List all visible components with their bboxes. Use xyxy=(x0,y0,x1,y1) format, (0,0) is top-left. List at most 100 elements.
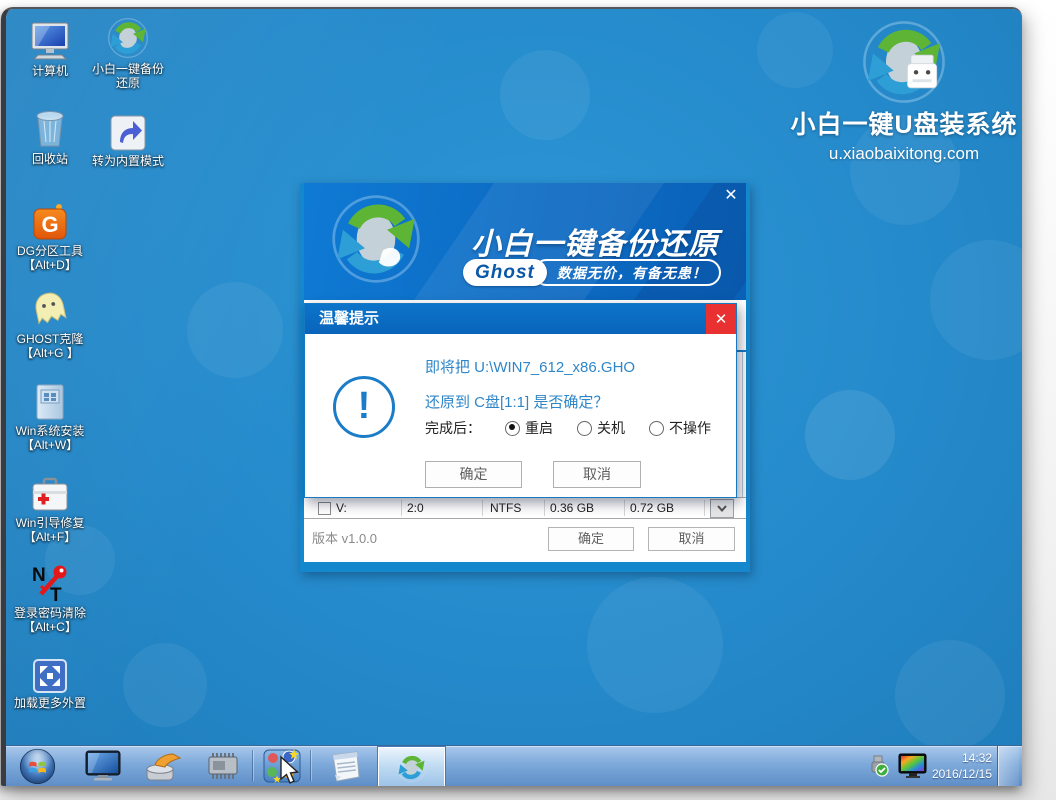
wallpaper-bubble xyxy=(187,282,283,378)
disk-cleaner-icon xyxy=(143,749,183,783)
drive-used: 0.36 GB xyxy=(550,498,594,518)
drive-checkbox[interactable] xyxy=(318,502,331,515)
ghost-icon xyxy=(4,287,96,329)
memory-chip-icon xyxy=(203,751,243,781)
desktop-icon-password-clear[interactable]: N T 登录密码清除 【Alt+C】 xyxy=(4,561,96,634)
tray-usb-icon[interactable] xyxy=(864,748,892,784)
desktop-icon-label: DG分区工具 xyxy=(4,244,96,258)
display-icon xyxy=(84,750,122,783)
desktop-icon-label: 【Alt+W】 xyxy=(4,438,96,452)
xiaobai-logo-icon xyxy=(330,193,422,290)
radio-restart[interactable] xyxy=(505,421,520,436)
radio-shutdown[interactable] xyxy=(577,421,592,436)
desktop-icon-xiaobai-restore[interactable]: 小白一键备份 还原 xyxy=(82,17,174,90)
expand-arrows-icon xyxy=(4,651,96,693)
desktop-icon-win-install[interactable]: Win系统安装 【Alt+W】 xyxy=(4,379,96,452)
start-button[interactable] xyxy=(15,748,59,784)
window-cancel-button[interactable]: 取消 xyxy=(648,527,735,551)
ghost-tagline-row: Ghost 数据无价，有备无患！ xyxy=(463,259,721,286)
svg-text:G: G xyxy=(41,212,58,237)
taskbar-cleaner-button[interactable] xyxy=(141,748,185,784)
dialog-close-button[interactable]: ✕ xyxy=(706,304,736,334)
dialog-cancel-button[interactable]: 取消 xyxy=(553,461,641,488)
show-desktop-button[interactable] xyxy=(997,746,1019,786)
radio-noaction[interactable] xyxy=(649,421,664,436)
wallpaper-bubble xyxy=(805,390,895,480)
option-noaction[interactable]: 不操作 xyxy=(649,418,711,438)
taskbar-notepad-button[interactable] xyxy=(323,748,367,784)
taskbar-display-button[interactable] xyxy=(81,748,125,784)
xiaobai-usb-logo-icon xyxy=(777,19,1022,105)
window-tagline: 数据无价，有备无患！ xyxy=(533,259,721,286)
desktop-icon-label: 【Alt+F】 xyxy=(4,530,96,544)
drive-dropdown-button[interactable] xyxy=(710,499,734,518)
desktop-icon-label: 【Alt+D】 xyxy=(4,258,96,272)
window-close-button[interactable]: ✕ xyxy=(722,187,740,205)
drive-size: 0.72 GB xyxy=(630,498,674,518)
desktop-icon-label: 【Alt+G 】 xyxy=(4,346,96,360)
tray-date: 2016/12/15 xyxy=(924,766,992,782)
table-edge-line xyxy=(742,352,743,517)
dialog-ok-button[interactable]: 确定 xyxy=(425,461,522,488)
after-action-row: 完成后： 重启 关机 不操作 xyxy=(425,418,711,438)
taskbar-xiaobai-active-button[interactable] xyxy=(378,747,445,786)
usb-drive xyxy=(907,55,936,88)
brand-block: 小白一键U盘装系统 u.xiaobaixitong.com xyxy=(777,19,1022,164)
gadgets-icon xyxy=(263,748,301,784)
desktop-icon-label: 还原 xyxy=(82,76,174,90)
windows-orb-icon xyxy=(19,748,56,785)
desktop-icon-label: GHOST克隆 xyxy=(4,332,96,346)
brand-title: 小白一键U盘装系统 xyxy=(777,105,1022,141)
confirm-dialog: 温馨提示 ✕ ! 即将把 U:\WIN7_612_x86.GHO 还原到 C盘[… xyxy=(304,303,737,498)
window-ok-button[interactable]: 确定 xyxy=(548,527,634,551)
desktop-icon-dg-partition[interactable]: G DG分区工具 【Alt+D】 xyxy=(4,199,96,272)
drive-table-row[interactable]: V: 2:0 NTFS 0.36 GB 0.72 GB xyxy=(304,497,746,519)
dg-partition-icon: G xyxy=(4,199,96,241)
ghost-logo: Ghost xyxy=(463,259,547,286)
desktop-icon-label: 转为内置模式 xyxy=(82,154,174,168)
xiaobai-restore-icon xyxy=(82,17,174,59)
taskbar-separator xyxy=(310,750,311,781)
wallpaper-bubble xyxy=(500,50,590,140)
drive-position: 2:0 xyxy=(407,498,424,518)
window-banner: 小白一键备份还原 Ghost 数据无价，有备无患！ ✕ xyxy=(304,183,746,300)
taskbar-gadgets-button[interactable] xyxy=(260,748,304,784)
desktop-icon-internal-mode[interactable]: 转为内置模式 xyxy=(82,109,174,168)
desktop-icon-win-boot-repair[interactable]: Win引导修复 【Alt+F】 xyxy=(4,471,96,544)
notepad-icon xyxy=(326,748,364,784)
first-aid-icon xyxy=(4,471,96,513)
option-label: 关机 xyxy=(597,418,625,438)
desktop-icon-label: Win引导修复 xyxy=(4,516,96,530)
brand-url: u.xiaobaixitong.com xyxy=(777,144,1022,164)
desktop-screen: 计算机 小白一键备份 还原 回收站 转为内置模式 G DG分区工具 【Alt+D… xyxy=(1,7,1022,786)
option-restart[interactable]: 重启 xyxy=(505,418,553,438)
svg-text:N: N xyxy=(32,565,46,586)
column-separator xyxy=(624,500,625,516)
tray-clock[interactable]: 14:32 2016/12/15 xyxy=(924,750,992,782)
nt-key-icon: N T xyxy=(4,561,96,603)
after-action-label: 完成后： xyxy=(425,418,481,438)
dialog-title: 温馨提示 xyxy=(305,304,736,334)
wallpaper-bubble xyxy=(587,577,723,713)
wallpaper-bubble xyxy=(123,643,207,727)
desktop-icon-ghost-clone[interactable]: GHOST克隆 【Alt+G 】 xyxy=(4,287,96,360)
dialog-line2: 还原到 C盘[1:1] 是否确定？ xyxy=(425,391,608,412)
svg-text:T: T xyxy=(50,585,62,603)
column-separator xyxy=(401,500,402,516)
option-label: 重启 xyxy=(525,418,553,438)
desktop-icon-label: Win系统安装 xyxy=(4,424,96,438)
desktop-icon-label: 加载更多外置 xyxy=(4,696,96,710)
taskbar-separator xyxy=(252,750,253,781)
option-shutdown[interactable]: 关机 xyxy=(577,418,625,438)
wallpaper-bubble xyxy=(895,640,1005,750)
tray-time: 14:32 xyxy=(924,750,992,766)
shortcut-arrow-icon xyxy=(82,109,174,151)
alert-icon: ! xyxy=(333,376,395,438)
dialog-line1: 即将把 U:\WIN7_612_x86.GHO xyxy=(425,356,635,377)
desktop-icon-load-more[interactable]: 加载更多外置 xyxy=(4,651,96,710)
column-separator xyxy=(704,500,705,516)
window-title: 小白一键备份还原 xyxy=(466,219,724,263)
desktop-icon-label: 小白一键备份 xyxy=(82,62,174,76)
taskbar-memory-button[interactable] xyxy=(201,748,245,784)
desktop-icon-label: 【Alt+C】 xyxy=(4,620,96,634)
